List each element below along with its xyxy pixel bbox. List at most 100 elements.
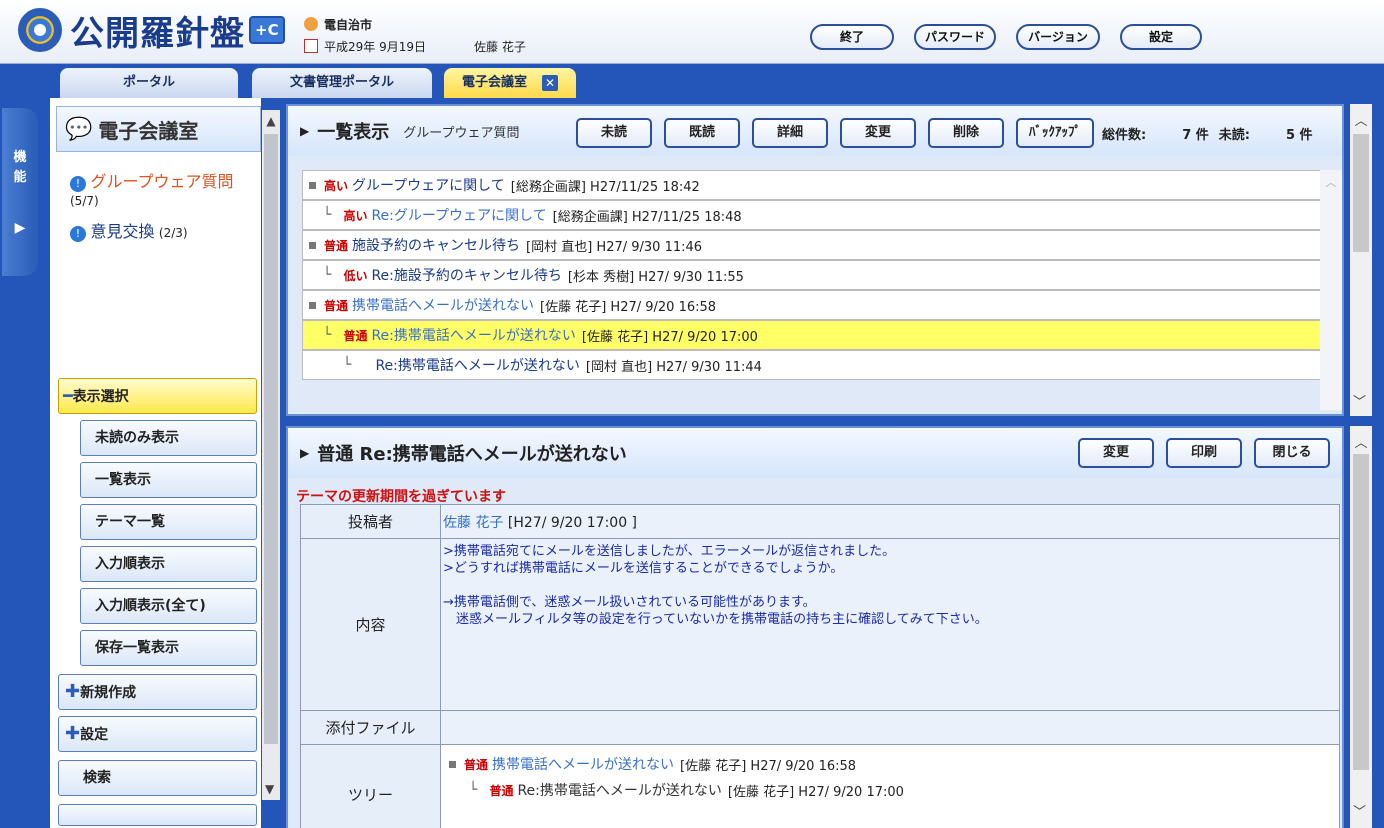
mark-unread-button[interactable]: 未読	[576, 118, 652, 148]
expired-warning: テーマの更新期間を過ぎています	[296, 489, 506, 505]
attachment-label: 添付ファイル	[300, 710, 441, 745]
mark-read-button[interactable]: 既読	[664, 118, 740, 148]
scroll-thumb[interactable]	[1353, 134, 1369, 252]
scroll-thumb[interactable]	[1353, 454, 1369, 770]
row-meta: [佐藤 花子] H27/ 9/20 17:00	[581, 329, 758, 345]
user-icon	[304, 17, 318, 31]
exit-button[interactable]: 終了	[810, 24, 894, 50]
row-meta: [杉本 秀樹] H27/ 9/30 11:55	[567, 269, 744, 285]
scroll-thumb[interactable]	[264, 134, 278, 744]
menu-display-select[interactable]: ━表示選択	[58, 378, 257, 414]
bullet-icon	[309, 181, 316, 189]
room-opinion[interactable]: ! 意見交換 (2/3)	[70, 218, 188, 242]
list-row[interactable]: └ 低い Re:施設予約のキャンセル待ち [杉本 秀樹] H27/ 9/30 11:5…	[302, 260, 1324, 290]
menu-settings[interactable]: ✚設定	[58, 716, 257, 752]
room-groupware[interactable]: ! グループウェア質問	[70, 168, 234, 192]
menu-new[interactable]: ✚新規作成	[58, 674, 257, 710]
left-scrollbar[interactable]: ▲ ▼	[262, 110, 280, 800]
poster-label: 投稿者	[300, 504, 441, 539]
detail-scrollbar[interactable]: ︿ ﹀	[1350, 426, 1372, 828]
detail-button[interactable]: 詳細	[752, 118, 828, 148]
content-line: >携帯電話宛てにメールを送信しましたが、エラーメールが返信されました。	[443, 544, 896, 559]
tree-cell: 普通 携帯電話へメールが送れない [佐藤 花子] H27/ 9/20 16:58 └…	[440, 744, 1340, 828]
scroll-up-icon[interactable]: ︿	[1350, 426, 1372, 451]
scroll-up-icon[interactable]: ︿	[1350, 104, 1372, 129]
list-row[interactable]: └ 高い Re:グループウェアに関して [総務企画課] H27/11/25 18:48	[302, 200, 1324, 230]
tree-subject[interactable]: Re:携帯電話へメールが送れない	[517, 780, 721, 800]
menu-new-label: 新規作成	[80, 685, 137, 701]
row-meta: [岡村 直也] H27/ 9/30 11:46	[526, 239, 703, 255]
tree-priority: 普通	[489, 783, 514, 798]
room-opinion-name[interactable]: 意見交換	[90, 222, 154, 241]
content-label: 内容	[300, 538, 441, 711]
function-strip[interactable]: 機能 ▶	[2, 108, 38, 276]
detail-edit-button[interactable]: 変更	[1078, 438, 1154, 468]
settings-button[interactable]: 設定	[1120, 24, 1202, 50]
close-tab-icon[interactable]: ✕	[542, 75, 558, 91]
menu-theme-list[interactable]: テーマ一覧	[80, 504, 257, 540]
row-subject[interactable]: Re:グループウェアに関して	[371, 205, 546, 225]
room-groupware-name[interactable]: グループウェア質問	[90, 172, 233, 191]
plus-icon: ✚	[65, 681, 81, 702]
version-button[interactable]: バージョン	[1016, 24, 1100, 50]
tree-item[interactable]: 普通 携帯電話へメールが送れない [佐藤 花子] H27/ 9/20 16:58	[443, 751, 1339, 777]
poster-name[interactable]: 佐藤 花子	[443, 515, 503, 531]
list-scrollbar[interactable]: ︿ ﹀	[1350, 104, 1372, 416]
scroll-up-icon[interactable]: ▲	[262, 110, 280, 128]
menu-list-view[interactable]: 一覧表示	[80, 462, 257, 498]
tab-document-portal[interactable]: 文書管理ポータル	[252, 68, 432, 98]
menu-search[interactable]: 検索	[58, 760, 257, 796]
detail-title: 普通 Re:携帯電話へメールが送れない	[317, 444, 627, 465]
list-row[interactable]: 高い グループウェアに関して [総務企画課] H27/11/25 18:42	[302, 170, 1324, 200]
list-room-name: グループウェア質問	[403, 125, 520, 141]
scroll-up-icon[interactable]: ︿	[1320, 170, 1342, 190]
row-meta: [岡村 直也] H27/ 9/30 11:44	[585, 359, 762, 375]
row-subject[interactable]: Re:施設予約のキャンセル待ち	[371, 265, 561, 285]
row-meta: [佐藤 花子] H27/ 9/20 16:58	[540, 299, 717, 315]
tree-item[interactable]: └ 普通 Re:携帯電話へメールが送れない [佐藤 花子] H27/ 9/20 17:…	[443, 777, 1339, 803]
list-row[interactable]: 普通 施設予約のキャンセル待ち [岡村 直也] H27/ 9/30 11:46	[302, 230, 1324, 260]
menu-unread-only[interactable]: 未読のみ表示	[80, 420, 257, 456]
chat-icon: 💬	[65, 116, 93, 142]
expand-arrow-icon[interactable]: ▶	[2, 218, 38, 238]
row-subject[interactable]: 施設予約のキャンセル待ち	[352, 235, 520, 255]
row-subject[interactable]: グループウェアに関して	[352, 175, 505, 195]
bullet-icon	[309, 301, 316, 309]
list-row[interactable]: └ Re:携帯電話へメールが送れない [岡村 直也] H27/ 9/30 11:44	[302, 350, 1324, 380]
backup-button[interactable]: ﾊﾞｯｸｱｯﾌﾟ	[1016, 118, 1094, 148]
detail-section: ▶ 普通 Re:携帯電話へメールが送れない 変更 印刷 閉じる テーマの更新期間…	[286, 426, 1344, 828]
app-badge: +C	[249, 16, 285, 44]
tab-conference[interactable]: 電子会議室 ✕	[444, 68, 576, 98]
total-value: 7 件	[1182, 128, 1209, 143]
row-subject[interactable]: Re:携帯電話へメールが送れない	[375, 355, 579, 375]
room-opinion-count: (2/3)	[158, 226, 188, 240]
org-name: 電自治市	[324, 18, 373, 32]
scroll-down-icon[interactable]: ﹀	[1353, 391, 1366, 410]
menu-input-order[interactable]: 入力順表示	[80, 546, 257, 582]
print-button[interactable]: 印刷	[1166, 438, 1242, 468]
tab-portal[interactable]: ポータル	[60, 68, 238, 98]
row-priority: 普通	[324, 298, 349, 313]
row-priority: 普通	[324, 238, 349, 253]
list-row[interactable]: 普通 携帯電話へメールが送れない [佐藤 花子] H27/ 9/20 16:58	[302, 290, 1324, 320]
row-subject[interactable]: Re:携帯電話へメールが送れない	[371, 325, 575, 345]
list-inner-scrollbar[interactable]: ︿	[1320, 170, 1342, 410]
password-button[interactable]: パスワード	[914, 24, 996, 50]
tree-subject[interactable]: 携帯電話へメールが送れない	[492, 754, 674, 774]
list-row-selected[interactable]: └ 普通 Re:携帯電話へメールが送れない [佐藤 花子] H27/ 9/20 17:…	[302, 320, 1324, 350]
triangle-icon: ▶	[300, 124, 310, 138]
menu-saved-list[interactable]: 保存一覧表示	[80, 630, 257, 666]
reply-icon: └	[323, 327, 332, 343]
menu-input-order-all[interactable]: 入力順表示(全て)	[80, 588, 257, 624]
row-priority: 高い	[343, 208, 368, 223]
edit-button[interactable]: 変更	[840, 118, 916, 148]
scroll-down-icon[interactable]: ﹀	[1353, 801, 1366, 820]
menu-more[interactable]	[58, 804, 257, 826]
row-meta: [総務企画課] H27/11/25 18:48	[552, 209, 742, 225]
delete-button[interactable]: 削除	[928, 118, 1004, 148]
tab-portal-label: ポータル	[122, 75, 175, 90]
close-button[interactable]: 閉じる	[1254, 438, 1330, 468]
tree-priority: 普通	[464, 757, 489, 772]
scroll-down-icon[interactable]: ▼	[265, 782, 274, 796]
row-subject[interactable]: 携帯電話へメールが送れない	[352, 295, 534, 315]
